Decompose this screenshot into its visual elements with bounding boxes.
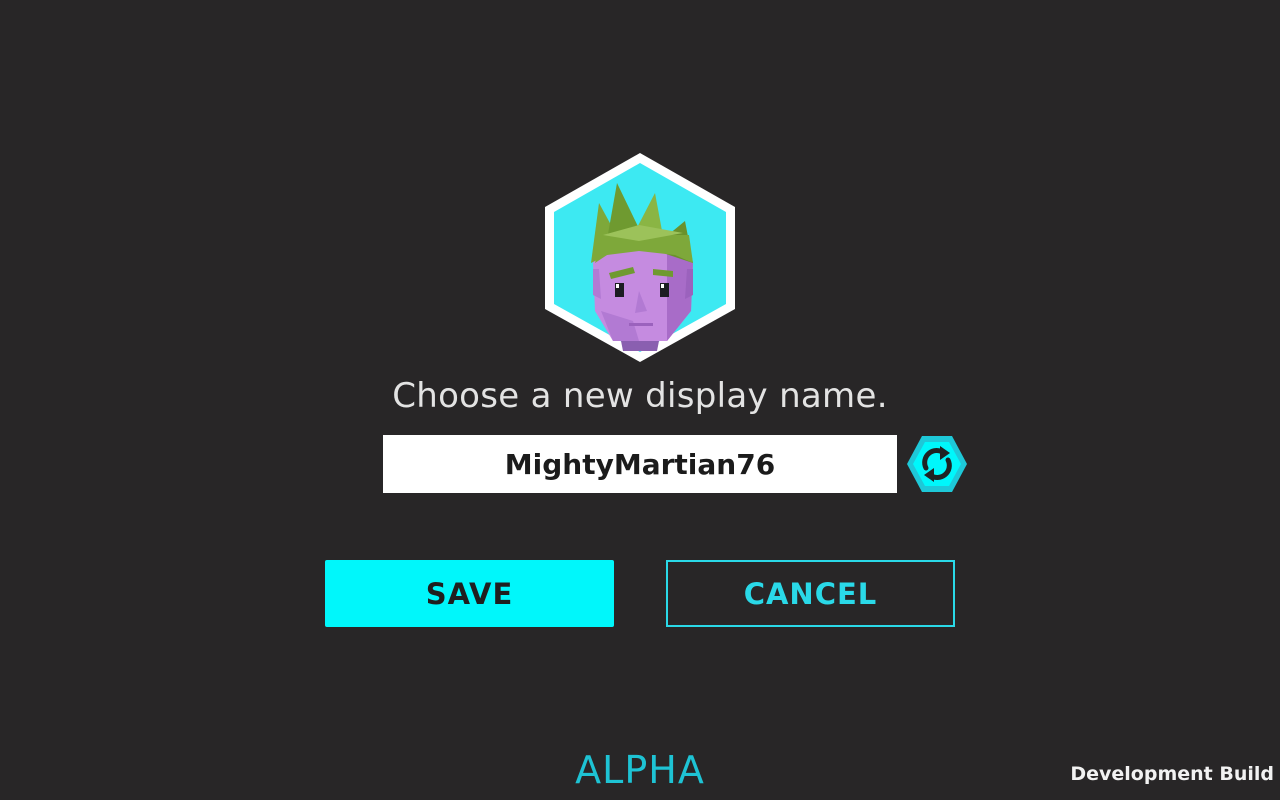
display-name-screen: Choose a new display name. SAVE CANCEL A…	[0, 0, 1280, 800]
display-name-input[interactable]	[383, 435, 897, 493]
display-name-prompt: Choose a new display name.	[392, 376, 888, 416]
development-build-label: Development Build	[1070, 763, 1274, 785]
cancel-button[interactable]: CANCEL	[666, 560, 955, 627]
reroll-name-button[interactable]	[906, 434, 968, 494]
refresh-icon	[907, 436, 967, 492]
alien-avatar-icon	[545, 153, 735, 362]
avatar	[543, 151, 737, 364]
save-button[interactable]: SAVE	[325, 560, 614, 627]
